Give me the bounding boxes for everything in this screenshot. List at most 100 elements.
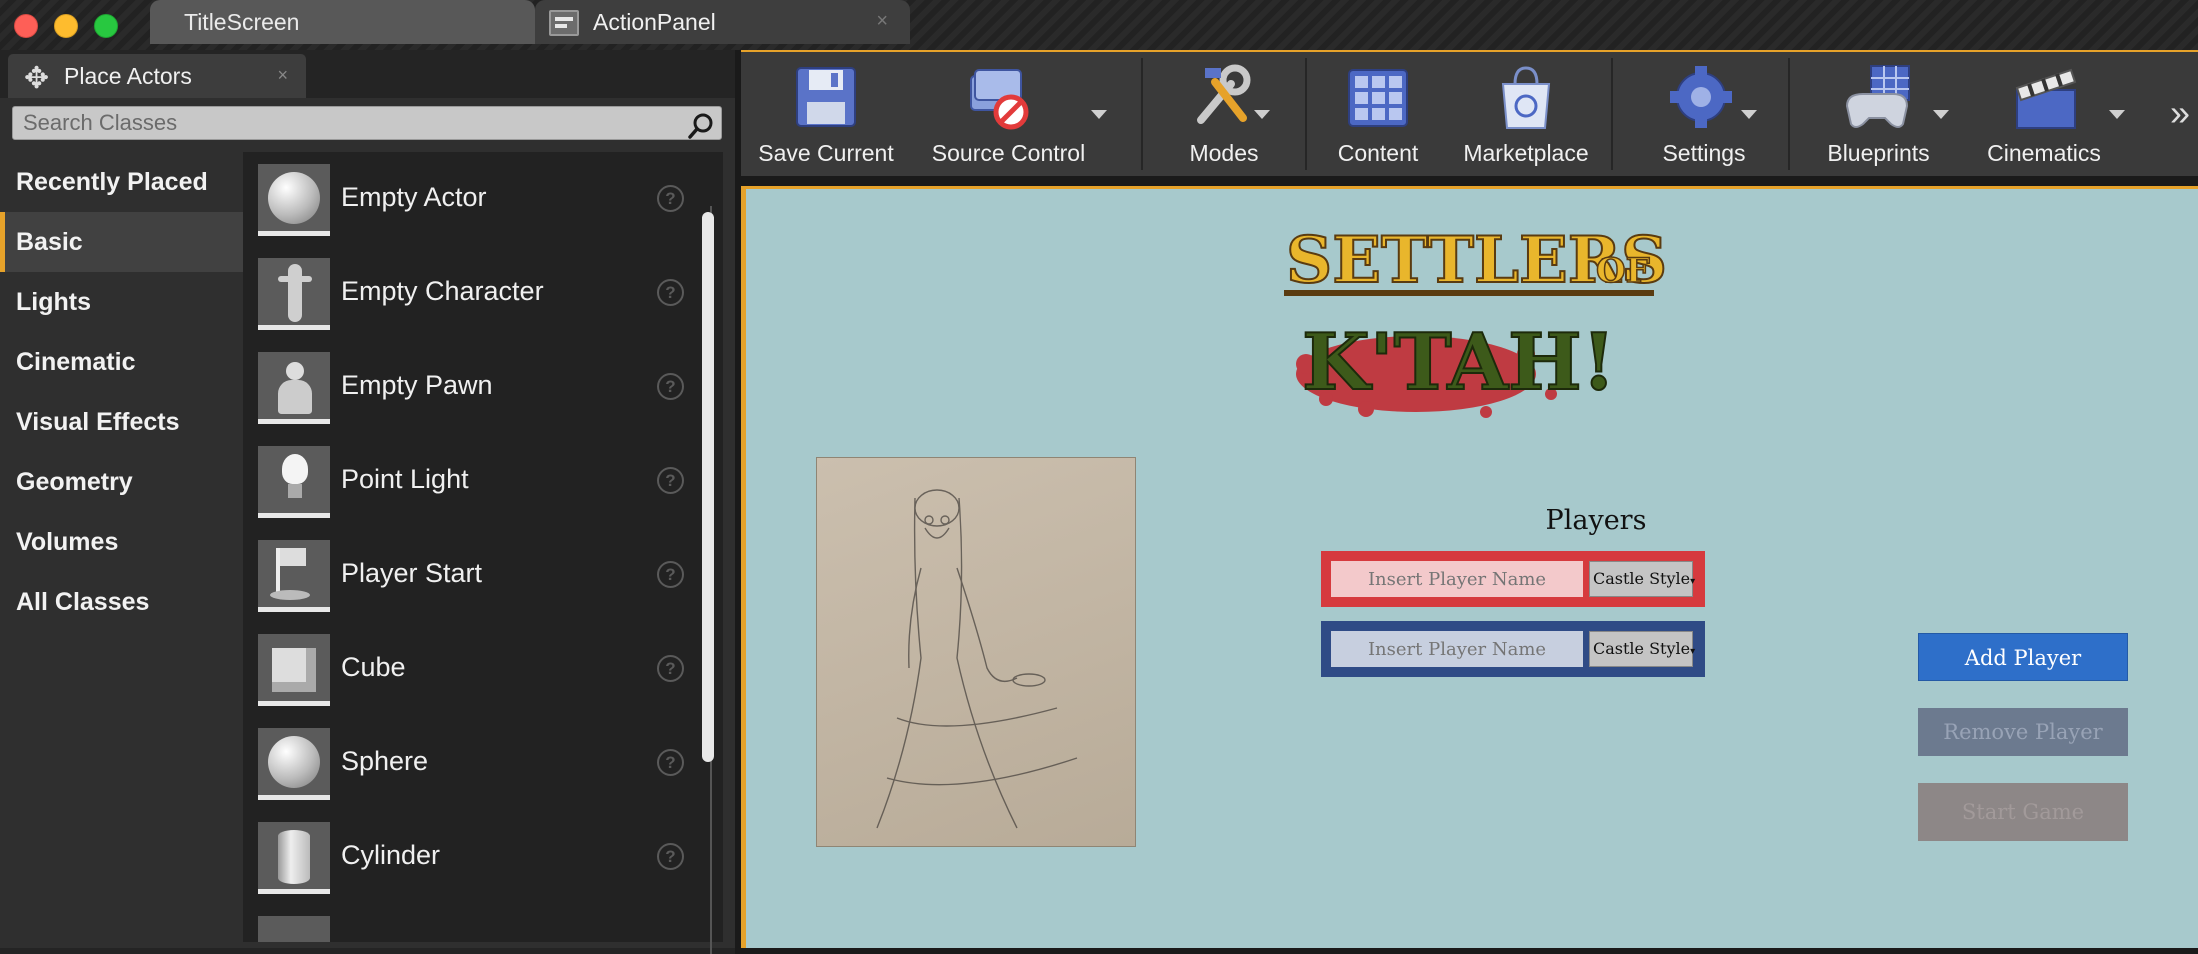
castle-style-value: Castle Style <box>1593 569 1691 588</box>
class-label: Empty Character <box>341 276 544 306</box>
help-icon[interactable]: ? <box>657 561 684 588</box>
search-icon[interactable] <box>686 111 716 141</box>
grid-icon <box>1348 69 1408 127</box>
logo-subtitle-text: K'TAH! <box>1302 317 1616 408</box>
tools-icon <box>1197 64 1251 124</box>
tab-actionpanel-label: ActionPanel <box>593 9 716 35</box>
logo-of-text: OF <box>1596 251 1650 291</box>
place-actors-panel: ✥ Place Actors × Recently Placed Basic L… <box>0 50 735 954</box>
place-actors-body: Recently Placed Basic Lights Cinematic V… <box>0 98 735 948</box>
modes-dropdown-icon[interactable] <box>1254 110 1270 119</box>
place-actors-icon: ✥ <box>24 62 50 95</box>
toolbar-separator <box>1305 58 1307 170</box>
class-item-sphere[interactable]: Sphere ? <box>243 716 713 810</box>
clapperboard-icon <box>2015 68 2077 129</box>
category-geometry[interactable]: Geometry <box>0 452 243 512</box>
castle-style-select-1[interactable]: Castle Style▾ <box>1589 561 1696 597</box>
category-cinematic[interactable]: Cinematic <box>0 332 243 392</box>
toolbar-overflow-icon[interactable]: » <box>2170 92 2190 134</box>
category-all-classes[interactable]: All Classes <box>0 572 243 632</box>
chevron-down-icon: ▾ <box>1690 576 1696 587</box>
category-recently-placed[interactable]: Recently Placed <box>0 152 243 212</box>
chevron-down-icon: ▾ <box>1690 646 1696 657</box>
maximize-window-button[interactable] <box>94 14 118 38</box>
class-label: Point Light <box>341 464 469 494</box>
tab-titlescreen[interactable]: TitleScreen <box>150 0 535 44</box>
cinematics-dropdown-icon[interactable] <box>2109 110 2125 119</box>
tab-titlescreen-label: TitleScreen <box>184 9 300 35</box>
main-toolbar: Save Current Source Control Modes Conten… <box>741 50 2198 176</box>
close-window-button[interactable] <box>14 14 38 38</box>
blueprints-label: Blueprints <box>1827 140 1930 166</box>
cone-icon <box>258 916 330 942</box>
add-player-button[interactable]: Add Player <box>1918 633 2128 681</box>
toolbar-separator <box>1611 58 1613 170</box>
class-label: Player Start <box>341 558 483 588</box>
class-label: Empty Pawn <box>341 370 493 400</box>
help-icon[interactable]: ? <box>657 373 684 400</box>
class-item-cube[interactable]: Cube ? <box>243 622 713 716</box>
castle-style-value: Castle Style <box>1593 639 1691 658</box>
player-row-1: Castle Style▾ <box>1321 551 1705 607</box>
gear-icon <box>1670 66 1732 128</box>
blueprints-dropdown-icon[interactable] <box>1933 110 1949 119</box>
content-button[interactable]: Content <box>1313 52 1443 174</box>
remove-player-button[interactable]: Remove Player <box>1918 708 2128 756</box>
class-item-point-light[interactable]: Point Light ? <box>243 434 713 528</box>
help-icon[interactable]: ? <box>657 655 684 682</box>
help-icon[interactable]: ? <box>657 279 684 306</box>
class-list: Empty Actor ? Empty Character ? Empty Pa… <box>243 152 723 942</box>
game-logo: SETTLERS OF K'TAH! <box>1284 224 1668 418</box>
player-name-input-1[interactable] <box>1331 561 1583 597</box>
class-item-empty-character[interactable]: Empty Character ? <box>243 246 713 340</box>
marketplace-button[interactable]: Marketplace <box>1446 52 1606 174</box>
cinematics-button[interactable]: Cinematics <box>1959 52 2129 174</box>
viewport[interactable]: SETTLERS OF K'TAH! Players Castle Style▾ <box>741 186 2198 948</box>
category-volumes[interactable]: Volumes <box>0 512 243 572</box>
source-control-button[interactable]: Source Control <box>911 52 1106 174</box>
settings-dropdown-icon[interactable] <box>1741 110 1757 119</box>
character-sketch-image <box>816 457 1136 847</box>
cylinder-icon <box>258 822 330 894</box>
place-actors-close-icon[interactable]: × <box>277 65 288 86</box>
help-icon[interactable]: ? <box>657 467 684 494</box>
class-label: Sphere <box>341 746 429 776</box>
search-classes-input[interactable] <box>12 106 722 140</box>
class-item-partial <box>243 904 713 942</box>
source-control-icon <box>970 69 1029 130</box>
gamepad-icon <box>1845 65 1910 128</box>
settings-button[interactable]: Settings <box>1619 52 1789 174</box>
player-name-input-2[interactable] <box>1331 631 1583 667</box>
character-icon <box>258 258 330 330</box>
sphere-icon <box>258 164 330 236</box>
class-item-empty-pawn[interactable]: Empty Pawn ? <box>243 340 713 434</box>
minimize-window-button[interactable] <box>54 14 78 38</box>
help-icon[interactable]: ? <box>657 843 684 870</box>
start-game-button[interactable]: Start Game <box>1918 783 2128 841</box>
sphere-icon <box>258 728 330 800</box>
floppy-disk-icon <box>796 67 856 127</box>
category-visual-effects[interactable]: Visual Effects <box>0 392 243 452</box>
category-lights[interactable]: Lights <box>0 272 243 332</box>
pawn-icon <box>258 352 330 424</box>
class-item-cylinder[interactable]: Cylinder ? <box>243 810 713 904</box>
lightbulb-icon <box>258 446 330 518</box>
players-heading: Players <box>1545 505 1647 536</box>
class-label: Cube <box>341 652 406 682</box>
save-current-label: Save Current <box>758 140 894 166</box>
save-current-button[interactable]: Save Current <box>751 52 901 174</box>
help-icon[interactable]: ? <box>657 185 684 212</box>
place-actors-tab[interactable]: ✥ Place Actors × <box>8 54 306 98</box>
help-icon[interactable]: ? <box>657 749 684 776</box>
class-item-empty-actor[interactable]: Empty Actor ? <box>243 152 713 246</box>
toolbar-separator <box>1788 58 1790 170</box>
category-basic[interactable]: Basic <box>0 212 243 272</box>
scrollbar-thumb[interactable] <box>702 212 714 762</box>
class-item-player-start[interactable]: Player Start ? <box>243 528 713 622</box>
modes-button[interactable]: Modes <box>1149 52 1299 174</box>
cinematics-label: Cinematics <box>1987 140 2101 166</box>
castle-style-select-2[interactable]: Castle Style▾ <box>1589 631 1696 667</box>
tab-close-icon[interactable]: × <box>876 10 888 33</box>
source-control-dropdown-icon[interactable] <box>1091 110 1107 119</box>
tab-actionpanel[interactable]: ActionPanel × <box>535 0 910 44</box>
